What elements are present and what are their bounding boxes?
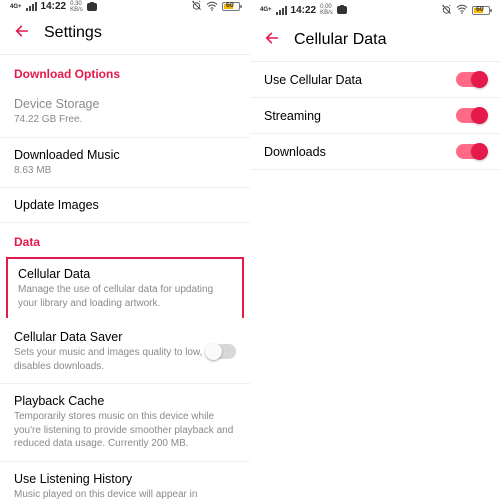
- screen-settings: 4G+ 14:22 0.30 KB/s 60 Settings Download…: [0, 0, 250, 500]
- downloaded-music-sub: 8.63 MB: [14, 164, 236, 178]
- update-images-label: Update Images: [14, 198, 236, 212]
- signal-icon: [26, 2, 37, 11]
- screen-cellular-data: 4G+ 14:22 0.00 KB/s 60 Cellular Data: [250, 0, 500, 500]
- row-playback-cache[interactable]: Playback Cache Temporarily stores music …: [0, 384, 250, 462]
- row-device-storage[interactable]: Device Storage 74.22 GB Free.: [0, 87, 250, 138]
- row-downloaded-music[interactable]: Downloaded Music 8.63 MB: [0, 138, 250, 189]
- downloaded-music-label: Downloaded Music: [14, 148, 236, 162]
- cellular-saver-toggle[interactable]: [206, 344, 236, 359]
- alarm-off-icon: [441, 4, 452, 17]
- cellular-saver-sub: Sets your music and images quality to lo…: [14, 346, 206, 373]
- status-bar: 4G+ 14:22 0.30 KB/s 60: [0, 0, 250, 13]
- use-cellular-label: Use Cellular Data: [264, 73, 456, 87]
- net-speed: 0.00 KB/s: [320, 4, 333, 16]
- status-time: 14:22: [291, 5, 317, 16]
- camera-icon: [87, 3, 97, 11]
- listening-history-sub: Music played on this device will appear …: [14, 488, 206, 500]
- listening-history-label: Use Listening History: [14, 472, 206, 486]
- page-title: Settings: [44, 24, 102, 42]
- row-streaming[interactable]: Streaming: [250, 98, 500, 134]
- battery-icon: 60: [222, 2, 240, 11]
- device-storage-label: Device Storage: [14, 97, 236, 111]
- row-update-images[interactable]: Update Images: [0, 188, 250, 223]
- settings-content: Download Options Device Storage 74.22 GB…: [0, 55, 250, 500]
- back-button[interactable]: [14, 23, 30, 42]
- downloads-label: Downloads: [264, 145, 456, 159]
- row-cellular-data[interactable]: Cellular Data Manage the use of cellular…: [6, 257, 244, 318]
- playback-cache-sub: Temporarily stores music on this device …: [14, 410, 236, 451]
- cellular-data-sub: Manage the use of cellular data for upda…: [18, 283, 232, 310]
- wifi-icon: [456, 4, 468, 16]
- row-cellular-saver[interactable]: Cellular Data Saver Sets your music and …: [0, 320, 250, 384]
- status-time: 14:22: [41, 1, 67, 12]
- header: Settings: [0, 13, 250, 55]
- row-downloads[interactable]: Downloads: [250, 134, 500, 170]
- header: Cellular Data: [250, 20, 500, 62]
- lte-label: 4G+: [260, 7, 272, 13]
- back-button[interactable]: [264, 30, 280, 49]
- net-speed: 0.30 KB/s: [70, 1, 83, 13]
- cellular-content: Use Cellular Data Streaming Downloads: [250, 62, 500, 500]
- signal-icon: [276, 6, 287, 15]
- section-data: Data: [0, 223, 250, 255]
- battery-icon: 60: [472, 6, 490, 15]
- use-cellular-toggle[interactable]: [456, 72, 486, 87]
- streaming-label: Streaming: [264, 109, 456, 123]
- downloads-toggle[interactable]: [456, 144, 486, 159]
- playback-cache-label: Playback Cache: [14, 394, 236, 408]
- page-title: Cellular Data: [294, 31, 386, 49]
- cellular-saver-label: Cellular Data Saver: [14, 330, 206, 344]
- section-download-options: Download Options: [0, 55, 250, 87]
- alarm-off-icon: [191, 0, 202, 13]
- streaming-toggle[interactable]: [456, 108, 486, 123]
- wifi-icon: [206, 1, 218, 13]
- device-storage-sub: 74.22 GB Free.: [14, 113, 236, 127]
- status-bar: 4G+ 14:22 0.00 KB/s 60: [250, 0, 500, 20]
- camera-icon: [337, 6, 347, 14]
- row-listening-history[interactable]: Use Listening History Music played on th…: [0, 462, 250, 500]
- cellular-data-label: Cellular Data: [18, 267, 232, 281]
- row-use-cellular[interactable]: Use Cellular Data: [250, 62, 500, 98]
- lte-label: 4G+: [10, 4, 22, 10]
